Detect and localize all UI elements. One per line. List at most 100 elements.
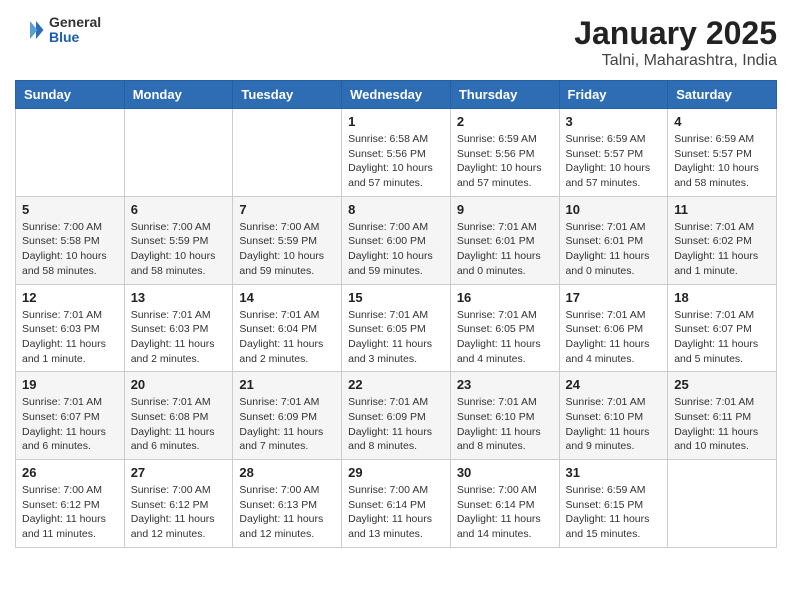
day-info: Sunrise: 7:00 AMSunset: 6:14 PMDaylight:…: [457, 483, 553, 542]
calendar-header-row: SundayMondayTuesdayWednesdayThursdayFrid…: [16, 81, 777, 109]
calendar-cell: 19Sunrise: 7:01 AMSunset: 6:07 PMDayligh…: [16, 372, 125, 460]
day-info: Sunrise: 7:01 AMSunset: 6:11 PMDaylight:…: [674, 395, 770, 454]
logo-blue: Blue: [49, 30, 101, 45]
calendar-cell: 12Sunrise: 7:01 AMSunset: 6:03 PMDayligh…: [16, 284, 125, 372]
day-info: Sunrise: 7:00 AMSunset: 6:12 PMDaylight:…: [131, 483, 227, 542]
day-info: Sunrise: 7:01 AMSunset: 6:10 PMDaylight:…: [566, 395, 662, 454]
day-info: Sunrise: 6:59 AMSunset: 5:57 PMDaylight:…: [674, 132, 770, 191]
calendar-cell: 15Sunrise: 7:01 AMSunset: 6:05 PMDayligh…: [342, 284, 451, 372]
calendar-cell: 9 Sunrise: 7:01 AMSunset: 6:01 PMDaylight…: [450, 196, 559, 284]
calendar-cell: 6 Sunrise: 7:00 AMSunset: 5:59 PMDaylight…: [124, 196, 233, 284]
day-number: 23: [457, 377, 553, 392]
day-number: 18: [674, 290, 770, 305]
calendar-cell: [233, 109, 342, 197]
calendar-cell: 4 Sunrise: 6:59 AMSunset: 5:57 PMDaylight…: [668, 109, 777, 197]
day-info: Sunrise: 6:59 AMSunset: 5:57 PMDaylight:…: [566, 132, 662, 191]
day-number: 6: [131, 202, 227, 217]
day-info: Sunrise: 7:01 AMSunset: 6:03 PMDaylight:…: [22, 308, 118, 367]
day-number: 11: [674, 202, 770, 217]
day-number: 13: [131, 290, 227, 305]
day-number: 7: [239, 202, 335, 217]
day-number: 5: [22, 202, 118, 217]
day-number: 24: [566, 377, 662, 392]
calendar-cell: 23 Sunrise: 7:01 AMSunset: 6:10 PMDayligh…: [450, 372, 559, 460]
calendar-cell: [124, 109, 233, 197]
day-info: Sunrise: 7:00 AMSunset: 6:14 PMDaylight:…: [348, 483, 444, 542]
calendar-cell: 29 Sunrise: 7:00 AMSunset: 6:14 PMDayligh…: [342, 460, 451, 548]
day-number: 31: [566, 465, 662, 480]
calendar-cell: 17 Sunrise: 7:01 AMSunset: 6:06 PMDayligh…: [559, 284, 668, 372]
day-header-saturday: Saturday: [668, 81, 777, 109]
day-info: Sunrise: 7:01 AMSunset: 6:01 PMDaylight:…: [566, 220, 662, 279]
calendar-cell: 2Sunrise: 6:59 AMSunset: 5:56 PMDaylight…: [450, 109, 559, 197]
day-info: Sunrise: 7:00 AMSunset: 6:00 PMDaylight:…: [348, 220, 444, 279]
day-number: 10: [566, 202, 662, 217]
day-number: 27: [131, 465, 227, 480]
calendar-cell: 1Sunrise: 6:58 AMSunset: 5:56 PMDaylight…: [342, 109, 451, 197]
calendar-cell: 20 Sunrise: 7:01 AMSunset: 6:08 PMDayligh…: [124, 372, 233, 460]
calendar-table: SundayMondayTuesdayWednesdayThursdayFrid…: [15, 80, 777, 548]
title-block: January 2025 Talni, Maharashtra, India: [574, 15, 777, 70]
day-header-sunday: Sunday: [16, 81, 125, 109]
day-number: 2: [457, 114, 553, 129]
calendar-cell: 18 Sunrise: 7:01 AMSunset: 6:07 PMDayligh…: [668, 284, 777, 372]
calendar-cell: 3Sunrise: 6:59 AMSunset: 5:57 PMDaylight…: [559, 109, 668, 197]
week-row-4: 19Sunrise: 7:01 AMSunset: 6:07 PMDayligh…: [16, 372, 777, 460]
day-info: Sunrise: 7:01 AMSunset: 6:01 PMDaylight:…: [457, 220, 553, 279]
day-info: Sunrise: 7:01 AMSunset: 6:09 PMDaylight:…: [239, 395, 335, 454]
calendar-cell: 11Sunrise: 7:01 AMSunset: 6:02 PMDayligh…: [668, 196, 777, 284]
calendar-cell: [668, 460, 777, 548]
calendar-subtitle: Talni, Maharashtra, India: [574, 52, 777, 70]
day-info: Sunrise: 7:01 AMSunset: 6:10 PMDaylight:…: [457, 395, 553, 454]
calendar-cell: [16, 109, 125, 197]
day-number: 1: [348, 114, 444, 129]
day-header-wednesday: Wednesday: [342, 81, 451, 109]
day-number: 21: [239, 377, 335, 392]
day-number: 16: [457, 290, 553, 305]
day-header-tuesday: Tuesday: [233, 81, 342, 109]
day-info: Sunrise: 7:01 AMSunset: 6:06 PMDaylight:…: [566, 308, 662, 367]
day-info: Sunrise: 7:00 AMSunset: 5:58 PMDaylight:…: [22, 220, 118, 279]
calendar-cell: 8 Sunrise: 7:00 AMSunset: 6:00 PMDaylight…: [342, 196, 451, 284]
logo-general: General: [49, 15, 101, 30]
day-number: 29: [348, 465, 444, 480]
logo-icon: [15, 15, 45, 45]
logo-text: General Blue: [49, 15, 101, 46]
page-header: General Blue January 2025 Talni, Maharas…: [15, 15, 777, 70]
calendar-cell: 22Sunrise: 7:01 AMSunset: 6:09 PMDayligh…: [342, 372, 451, 460]
day-number: 17: [566, 290, 662, 305]
day-info: Sunrise: 7:00 AMSunset: 6:13 PMDaylight:…: [239, 483, 335, 542]
day-info: Sunrise: 7:01 AMSunset: 6:08 PMDaylight:…: [131, 395, 227, 454]
day-number: 14: [239, 290, 335, 305]
logo: General Blue: [15, 15, 101, 46]
day-number: 9: [457, 202, 553, 217]
day-info: Sunrise: 7:01 AMSunset: 6:05 PMDaylight:…: [457, 308, 553, 367]
day-number: 30: [457, 465, 553, 480]
day-info: Sunrise: 7:01 AMSunset: 6:09 PMDaylight:…: [348, 395, 444, 454]
day-number: 20: [131, 377, 227, 392]
week-row-1: 1Sunrise: 6:58 AMSunset: 5:56 PMDaylight…: [16, 109, 777, 197]
day-info: Sunrise: 7:00 AMSunset: 5:59 PMDaylight:…: [131, 220, 227, 279]
calendar-cell: 10 Sunrise: 7:01 AMSunset: 6:01 PMDayligh…: [559, 196, 668, 284]
calendar-cell: 27 Sunrise: 7:00 AMSunset: 6:12 PMDayligh…: [124, 460, 233, 548]
day-number: 4: [674, 114, 770, 129]
day-info: Sunrise: 7:01 AMSunset: 6:04 PMDaylight:…: [239, 308, 335, 367]
day-header-friday: Friday: [559, 81, 668, 109]
calendar-cell: 24 Sunrise: 7:01 AMSunset: 6:10 PMDayligh…: [559, 372, 668, 460]
calendar-cell: 31 Sunrise: 6:59 AMSunset: 6:15 PMDayligh…: [559, 460, 668, 548]
day-info: Sunrise: 7:00 AMSunset: 6:12 PMDaylight:…: [22, 483, 118, 542]
calendar-cell: 14 Sunrise: 7:01 AMSunset: 6:04 PMDayligh…: [233, 284, 342, 372]
calendar-cell: 13 Sunrise: 7:01 AMSunset: 6:03 PMDayligh…: [124, 284, 233, 372]
calendar-cell: 16 Sunrise: 7:01 AMSunset: 6:05 PMDayligh…: [450, 284, 559, 372]
day-header-monday: Monday: [124, 81, 233, 109]
day-info: Sunrise: 6:59 AMSunset: 6:15 PMDaylight:…: [566, 483, 662, 542]
day-number: 15: [348, 290, 444, 305]
calendar-title: January 2025: [574, 15, 777, 52]
day-number: 8: [348, 202, 444, 217]
calendar-cell: 30 Sunrise: 7:00 AMSunset: 6:14 PMDayligh…: [450, 460, 559, 548]
calendar-cell: 26Sunrise: 7:00 AMSunset: 6:12 PMDayligh…: [16, 460, 125, 548]
day-info: Sunrise: 7:01 AMSunset: 6:07 PMDaylight:…: [674, 308, 770, 367]
day-info: Sunrise: 7:01 AMSunset: 6:03 PMDaylight:…: [131, 308, 227, 367]
day-number: 28: [239, 465, 335, 480]
week-row-3: 12Sunrise: 7:01 AMSunset: 6:03 PMDayligh…: [16, 284, 777, 372]
